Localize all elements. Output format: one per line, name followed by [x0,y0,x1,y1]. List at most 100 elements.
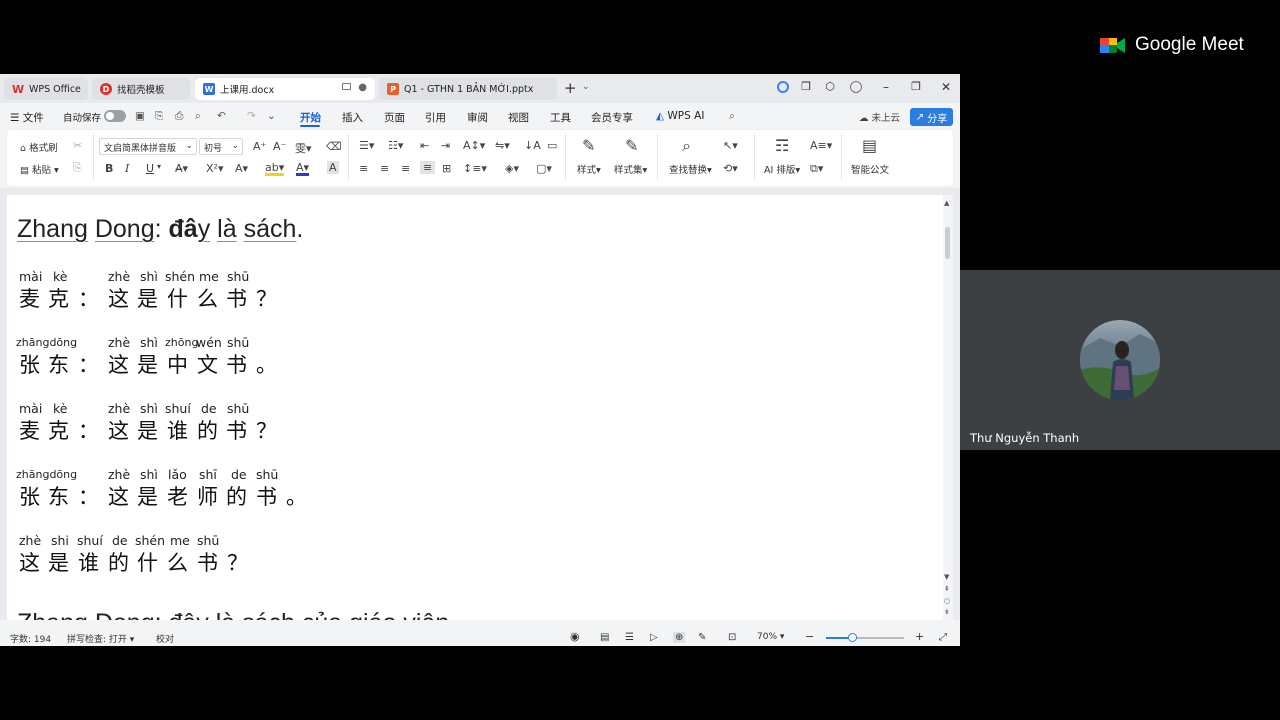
tab-references[interactable]: 引用 [425,110,446,125]
zoom-out-icon[interactable]: − [805,630,814,643]
share-button[interactable]: ↗ 分享 [910,108,953,126]
next-page-icon[interactable]: ⇟ [944,608,950,616]
eye-icon[interactable]: ◉ [570,630,580,643]
numbered-list-icon[interactable]: ☷▾ [388,139,403,152]
autosave-toggle[interactable] [104,110,126,122]
chevron-down-icon[interactable]: ⌄ [582,82,590,92]
document-page[interactable]: Zhang Dong: đây là sách. mài kè zhè shì shén… [7,195,943,620]
account-icon[interactable] [777,81,789,93]
align-left-icon[interactable]: ≡ [359,162,368,175]
wps-ai-button[interactable]: ◭ WPS AI [656,110,704,122]
play-icon[interactable]: ▷ [650,632,658,643]
tab-dot-icon[interactable]: ● [358,82,367,93]
bullet-list-icon[interactable]: ☰▾ [359,139,374,152]
italic-button[interactable]: I [125,162,129,175]
font-color-icon[interactable]: A▾ [296,162,310,176]
line-spacing-icon[interactable]: ↕≡▾ [463,162,487,175]
tab-insert[interactable]: 插入 [342,110,363,125]
font-name-select[interactable]: 文启简黑体拼音版 ⌄ [99,138,197,155]
phonetic-guide-icon[interactable]: 雯▾ [295,140,312,156]
web-view-icon[interactable]: ⊕ [673,632,686,643]
redo-icon[interactable]: ↷ [247,110,256,122]
tab-tools[interactable]: 工具 [550,110,571,125]
zoom-in-icon[interactable]: + [915,630,924,643]
text-effect-icon[interactable]: A▾ [235,162,248,175]
select-icon[interactable]: ↖▾ [723,139,738,152]
save-icon[interactable]: ▣ [135,110,145,122]
zoom-level[interactable]: 70% ▾ [757,632,784,642]
chinese-layout-icon[interactable]: ⇋▾ [495,139,510,152]
tab-pptx[interactable]: P Q1 - GTHN 1 BẢN MỚI.pptx [379,78,557,100]
scroll-thumb[interactable] [945,227,950,259]
fullscreen-icon[interactable]: ⤢ [939,632,947,643]
export-icon[interactable]: ⎘ [155,110,163,123]
underline-button[interactable]: U [146,162,154,175]
styles-button[interactable]: 样式▾ [577,162,601,176]
char-shading-icon[interactable]: A [327,161,339,174]
new-tab-icon[interactable]: + [564,79,577,97]
justify-icon[interactable]: ≡ [420,161,436,174]
tab-view[interactable]: 视图 [508,110,529,125]
tab-review[interactable]: 审阅 [467,110,488,125]
print-icon[interactable]: ⎙ [175,110,183,123]
shape-layout-icon[interactable]: ⧉▾ [810,162,823,176]
format-painter-button[interactable]: ⌂ 格式刷 [20,140,58,154]
borders-icon[interactable]: ▢▾ [536,162,552,175]
spell-check-status[interactable]: 拼写检查: 打开 ▾ [67,632,134,645]
scroll-up-icon[interactable]: ▲ [944,199,949,207]
monitor-icon[interactable] [342,83,351,90]
print-preview-icon[interactable]: ⌕ [195,110,201,123]
font-size-select[interactable]: 初号 ⌄ [199,138,243,155]
pen-icon[interactable]: ✎ [698,632,706,643]
scroll-down-icon[interactable]: ▼ [944,573,949,581]
shrink-font-icon[interactable]: A⁻ [273,140,286,153]
menu-file[interactable]: ☰ 文件 [10,110,44,125]
chevron-down-icon[interactable]: ▾ [157,162,161,171]
superscript-icon[interactable]: X²▾ [206,162,223,175]
shading-icon[interactable]: ◈▾ [505,162,519,175]
restore-icon[interactable]: ❐ [908,80,924,93]
avatar[interactable] [850,81,862,93]
cloud-status[interactable]: ☁ 未上云 [859,110,900,124]
fit-page-icon[interactable]: ⊡ [728,632,736,643]
prev-page-icon[interactable]: ⇞ [944,585,950,593]
tab-wps-office[interactable]: W WPS Office [4,78,88,100]
sort-icon[interactable]: ↓A [524,139,541,152]
decrease-indent-icon[interactable]: ⇤ [420,139,429,152]
eraser-icon[interactable]: ⌫ [326,140,342,153]
search-icon[interactable]: ⌕ [729,110,735,123]
paste-button[interactable]: ▤ 粘贴 ▾ [20,162,59,176]
select-browse-icon[interactable]: ○ [944,597,950,605]
find-replace-button[interactable]: 查找替换▾ [669,162,712,176]
grow-font-icon[interactable]: A⁺ [253,140,266,153]
copy-icon[interactable]: ⎘ [73,161,82,175]
highlight-icon[interactable]: ab▾ [265,162,285,176]
text-direction-icon[interactable]: A↕▾ [463,139,485,152]
page-view-icon[interactable]: ▤ [600,632,609,643]
show-marks-icon[interactable]: ▭ [547,139,557,152]
tab-home[interactable]: 开始 [300,110,321,125]
minimize-icon[interactable]: – [878,80,894,94]
strikethrough-icon[interactable]: A̶▾ [175,162,188,175]
smart-doc-button[interactable]: 智能公文 [851,162,889,176]
bold-button[interactable]: B [105,162,113,175]
undo-icon[interactable]: ↶ [217,110,226,122]
text-layout-icon[interactable]: A≡▾ [810,139,832,152]
window-tiles-icon[interactable]: ❐ [798,80,814,93]
clear-icon[interactable]: ✂ [73,139,82,152]
tab-page[interactable]: 页面 [384,110,405,125]
cube-icon[interactable]: ⬡ [822,80,838,93]
word-count[interactable]: 字数: 194 [10,632,51,645]
tab-docx[interactable]: W 上课用.docx ● [195,78,375,100]
style-set-button[interactable]: 样式集▾ [614,162,647,176]
increase-indent-icon[interactable]: ⇥ [441,139,450,152]
arrange-icon[interactable]: ⟲▾ [723,162,738,175]
participant-tile[interactable]: Thư Nguyễn Thanh [960,270,1280,450]
ai-layout-button[interactable]: AI 排版▾ [764,162,800,176]
proofread-button[interactable]: 校对 [156,632,174,645]
distribute-icon[interactable]: ⊞ [442,162,451,175]
zoom-slider-handle[interactable] [848,633,857,642]
align-center-icon[interactable]: ≡ [380,162,389,175]
tab-docer-templates[interactable]: D 找稻壳模板 [92,78,190,100]
chevron-down-icon[interactable]: ⌄ [267,110,276,122]
